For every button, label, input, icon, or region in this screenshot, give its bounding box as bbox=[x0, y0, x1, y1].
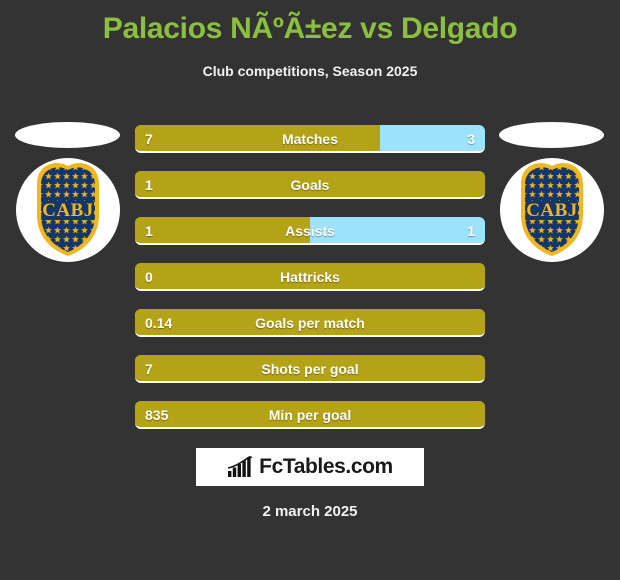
crest-top-ellipse bbox=[499, 122, 604, 148]
crest-top-ellipse bbox=[15, 122, 120, 148]
stat-comparison-page: Palacios NÃºÃ±ez vs Delgado Club competi… bbox=[0, 0, 620, 580]
cabj-shield-icon: CABJ bbox=[37, 163, 99, 256]
svg-text:CABJ: CABJ bbox=[526, 200, 578, 221]
away-team-crest: CABJ bbox=[497, 120, 607, 270]
stat-row: 835 Min per goal bbox=[135, 401, 485, 429]
stat-row: 0.14 Goals per match bbox=[135, 309, 485, 337]
page-title: Palacios NÃºÃ±ez vs Delgado bbox=[102, 12, 518, 45]
stat-row: 1 Goals bbox=[135, 171, 485, 199]
stat-label: Assists bbox=[285, 223, 335, 239]
stat-away-value: 1 bbox=[467, 223, 475, 239]
page-subtitle: Club competitions, Season 2025 bbox=[202, 63, 418, 79]
bar-chart-icon bbox=[227, 456, 253, 477]
stat-label: Goals bbox=[290, 177, 330, 193]
stat-label: Matches bbox=[281, 131, 339, 147]
stat-label: Hattricks bbox=[280, 269, 340, 285]
fctables-logo-text: FcTables.com bbox=[259, 455, 393, 478]
stat-row: 0 Hattricks bbox=[135, 263, 485, 291]
stat-row: 1 Assists 1 bbox=[135, 217, 485, 245]
stats-list: 7 Matches 3 1 Goals 1 Assists 1 0 Hattricks 0.14 Go… bbox=[135, 125, 485, 447]
home-team-crest: CABJ bbox=[13, 120, 123, 270]
svg-text:CABJ: CABJ bbox=[42, 200, 94, 221]
stat-label: Goals per match bbox=[255, 315, 365, 331]
stat-label: Shots per goal bbox=[261, 361, 359, 377]
stat-away-value: 3 bbox=[467, 131, 475, 147]
cabj-shield-icon: CABJ bbox=[521, 163, 583, 256]
report-date: 2 march 2025 bbox=[262, 503, 358, 520]
stat-label: Min per goal bbox=[268, 407, 352, 423]
stat-row: 7 Shots per goal bbox=[135, 355, 485, 383]
stat-row: 7 Matches 3 bbox=[135, 125, 485, 153]
fctables-logo[interactable]: FcTables.com bbox=[196, 448, 424, 486]
